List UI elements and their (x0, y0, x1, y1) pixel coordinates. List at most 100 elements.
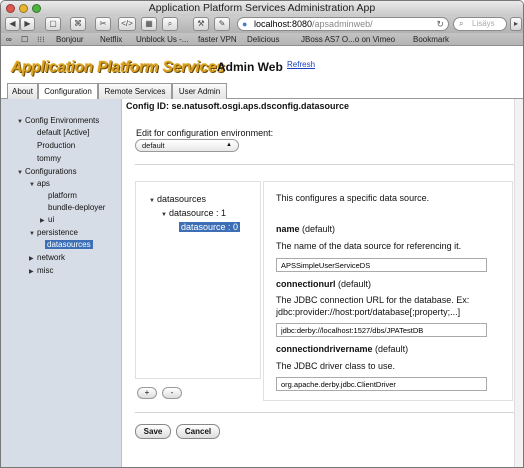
sidebar-datasources[interactable]: datasources (45, 240, 93, 249)
expanded-triangle-icon[interactable]: ▼ (29, 182, 37, 188)
tree-node-datasource-0[interactable]: datasource : 0 (179, 222, 241, 232)
sidebar-platform[interactable]: platform (48, 191, 77, 200)
field-name: connectionurl (276, 279, 336, 289)
sidebar-network[interactable]: ▶ network (29, 253, 65, 262)
config-description: This configures a specific data source. (276, 193, 430, 203)
tree-node-datasource-1[interactable]: ▼ datasource : 1 (161, 208, 226, 218)
divider (135, 164, 515, 165)
expanded-triangle-icon[interactable]: ▼ (17, 119, 25, 125)
share-icon[interactable]: ▢ (45, 17, 61, 31)
sidebar-ui[interactable]: ▶ ui (40, 215, 54, 224)
name-label: name (default) (276, 224, 335, 234)
sidebar-aps[interactable]: ▼ aps (29, 179, 50, 188)
name-description: The name of the data source for referenc… (276, 241, 462, 251)
scrollbar[interactable] (514, 99, 523, 467)
connectiondrivername-field[interactable] (276, 377, 487, 391)
sidebar-item-label: Configurations (25, 167, 77, 176)
connectionurl-description-1: The JDBC connection URL for the database… (276, 295, 470, 305)
field-default: (default) (338, 279, 372, 289)
chevron-down-icon: ▲ (226, 142, 232, 148)
apps-grid-icon[interactable]: ⁝⁝⁝ (37, 33, 45, 46)
sidebar-item-label: Config Environments (25, 116, 100, 125)
tab-configuration[interactable]: Configuration (38, 83, 98, 100)
close-window-icon[interactable] (6, 4, 15, 13)
env-select-value: default (142, 141, 165, 150)
app-title: Admin Web (217, 60, 283, 74)
env-select[interactable]: default ▲ (135, 139, 239, 152)
bookmark-bookmark[interactable]: Bookmark (413, 33, 449, 46)
pen-icon[interactable]: ✎ (214, 17, 230, 31)
sidebar-item-label: persistence (37, 228, 78, 237)
sidebar-persistence[interactable]: ▼ persistence (29, 228, 78, 237)
reload-icon[interactable]: ↻ (436, 18, 444, 30)
wrench-icon[interactable]: ⚒ (193, 17, 209, 31)
sidebar-env-production[interactable]: Production (37, 141, 75, 150)
downloads-icon[interactable]: ▸ (510, 17, 522, 31)
minimize-window-icon[interactable] (19, 4, 28, 13)
bookmarks-icon[interactable]: ☐ (21, 33, 28, 46)
search-placeholder: Lisäys (472, 19, 495, 28)
dashboard-icon[interactable]: ▦ (141, 17, 157, 31)
sidebar-env-default[interactable]: default [Active] (37, 128, 89, 137)
add-node-button[interactable]: + (137, 387, 157, 399)
title-bar: Application Platform Services Administra… (1, 1, 523, 16)
connectionurl-field[interactable] (276, 323, 487, 337)
zoom-window-icon[interactable] (32, 4, 41, 13)
bookmark-faster-vpn[interactable]: faster VPN (198, 33, 237, 46)
config-sidebar: ▼ Config Environments default [Active] Pr… (1, 99, 122, 467)
expanded-triangle-icon[interactable]: ▼ (149, 198, 157, 204)
app-logo: Application Platform Services (11, 59, 225, 76)
remove-node-button[interactable]: - (162, 387, 182, 399)
bookmark-unblock-us[interactable]: Unblock Us -... (136, 33, 188, 46)
browser-toolbar: ◀ ▶ ▢ ⌘ ✂ </> ▦ ⌕ ⚒ ✎ ● localhost:8080/a… (1, 16, 523, 33)
sidebar-bundle-deployer[interactable]: bundle-deployer (48, 203, 105, 212)
expanded-triangle-icon[interactable]: ▼ (29, 231, 37, 237)
tab-remote-services[interactable]: Remote Services (98, 83, 172, 99)
tab-user-admin[interactable]: User Admin (172, 83, 227, 99)
divider (135, 412, 515, 413)
cancel-button[interactable]: Cancel (176, 424, 220, 439)
sidebar-item-label: ui (48, 215, 55, 224)
reader-icon[interactable]: ⌘ (70, 17, 86, 31)
connectionurl-label: connectionurl (default) (276, 279, 371, 289)
sidebar-item-label: misc (37, 266, 54, 275)
field-name: connectiondrivername (276, 344, 373, 354)
edit-env-label: Edit for configuration environment: (136, 128, 274, 138)
search-field[interactable]: ⌕ Lisäys (453, 17, 507, 31)
bookmark-netflix[interactable]: Netflix (100, 33, 122, 46)
bookmark-delicious[interactable]: Delicious (247, 33, 279, 46)
window-title: Application Platform Services Administra… (148, 2, 376, 14)
collapsed-triangle-icon[interactable]: ▶ (29, 255, 37, 262)
sidebar-item-label: aps (37, 179, 50, 188)
sidebar-misc[interactable]: ▶ misc (29, 266, 53, 275)
tools-icon[interactable]: ✂ (95, 17, 111, 31)
name-field[interactable] (276, 258, 487, 272)
bookmark-bonjour[interactable]: Bonjour (56, 33, 84, 46)
collapsed-triangle-icon[interactable]: ▶ (29, 268, 37, 275)
bookmark-jboss[interactable]: JBoss AS7 O...o on Vimeo (301, 33, 395, 46)
tab-bar: About Configuration Remote Services User… (1, 83, 523, 100)
collapsed-triangle-icon[interactable]: ▶ (40, 217, 48, 224)
tree-node-datasources[interactable]: ▼ datasources (149, 194, 206, 204)
page-title: Config ID: se.natusoft.osgi.aps.dsconfig… (126, 101, 350, 111)
bookmarks-bar: ∞ ☐ ⁝⁝⁝ Bonjour Netflix Unblock Us -... … (1, 33, 523, 46)
tab-about[interactable]: About (7, 83, 38, 99)
expanded-triangle-icon[interactable]: ▼ (161, 212, 169, 218)
expanded-triangle-icon[interactable]: ▼ (17, 170, 25, 176)
back-button[interactable]: ◀ (5, 17, 20, 31)
refresh-link[interactable]: Refresh (287, 60, 315, 69)
reading-list-icon[interactable]: ∞ (6, 33, 12, 46)
sidebar-config-environments[interactable]: ▼ Config Environments (17, 116, 99, 125)
search-icon[interactable]: ⌕ (162, 17, 178, 31)
sidebar-env-tommy[interactable]: tommy (37, 154, 61, 163)
save-button[interactable]: Save (135, 424, 171, 439)
tree-node-label: datasource : 1 (169, 208, 227, 218)
code-icon[interactable]: </> (118, 17, 136, 31)
sidebar-item-label: network (37, 253, 66, 262)
sidebar-item-label: datasources (45, 240, 93, 249)
field-default: (default) (375, 344, 409, 354)
address-bar[interactable]: ● localhost:8080/apsadminweb/ ↻ (237, 17, 449, 31)
forward-button[interactable]: ▶ (20, 17, 35, 31)
sidebar-configurations[interactable]: ▼ Configurations (17, 167, 77, 176)
app-banner: Application Platform Services Admin Web … (1, 47, 523, 85)
